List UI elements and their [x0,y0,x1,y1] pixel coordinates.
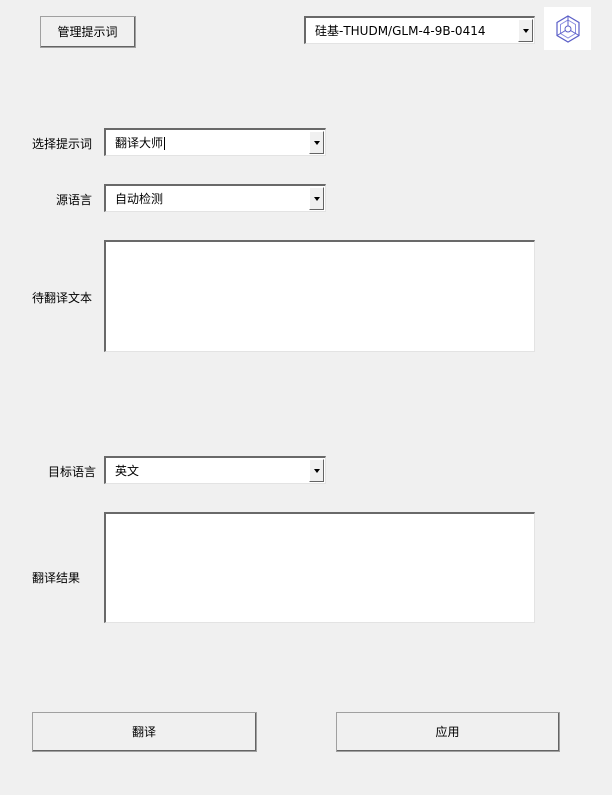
input-text-label: 待翻译文本 [32,291,93,305]
input-text-area[interactable] [104,240,535,352]
text-caret [164,137,166,150]
prompt-select[interactable]: 翻译大师 [104,128,326,156]
target-language-label: 目标语言 [48,465,97,479]
app-logo [544,7,591,50]
manage-prompts-label: 管理提示词 [57,25,118,39]
target-language-value: 英文 [115,464,140,478]
target-language-dropdown-button[interactable] [309,459,324,482]
apply-button-label: 应用 [435,725,460,739]
prompt-select-label: 选择提示词 [32,137,93,151]
source-language-label: 源语言 [56,193,93,207]
model-select[interactable]: 硅基-THUDM/GLM-4-9B-0414 [304,16,535,44]
hexagon-logo-icon [555,14,580,43]
chevron-down-icon [313,141,320,145]
source-language-value: 自动检测 [115,192,164,206]
prompt-select-value: 翻译大师 [115,136,164,150]
chevron-down-icon [313,197,320,201]
translate-button[interactable]: 翻译 [32,712,257,752]
source-language-select[interactable]: 自动检测 [104,184,326,212]
result-text-area[interactable] [104,512,535,623]
manage-prompts-button[interactable]: 管理提示词 [40,16,136,48]
source-language-dropdown-button[interactable] [309,187,324,210]
chevron-down-icon [522,29,529,33]
chevron-down-icon [313,469,320,473]
model-select-dropdown-button[interactable] [518,19,533,42]
translate-button-label: 翻译 [131,725,156,739]
target-language-select[interactable]: 英文 [104,456,326,484]
model-select-value: 硅基-THUDM/GLM-4-9B-0414 [315,24,486,38]
prompt-select-dropdown-button[interactable] [309,131,324,154]
result-label: 翻译结果 [32,571,81,585]
apply-button[interactable]: 应用 [336,712,560,752]
